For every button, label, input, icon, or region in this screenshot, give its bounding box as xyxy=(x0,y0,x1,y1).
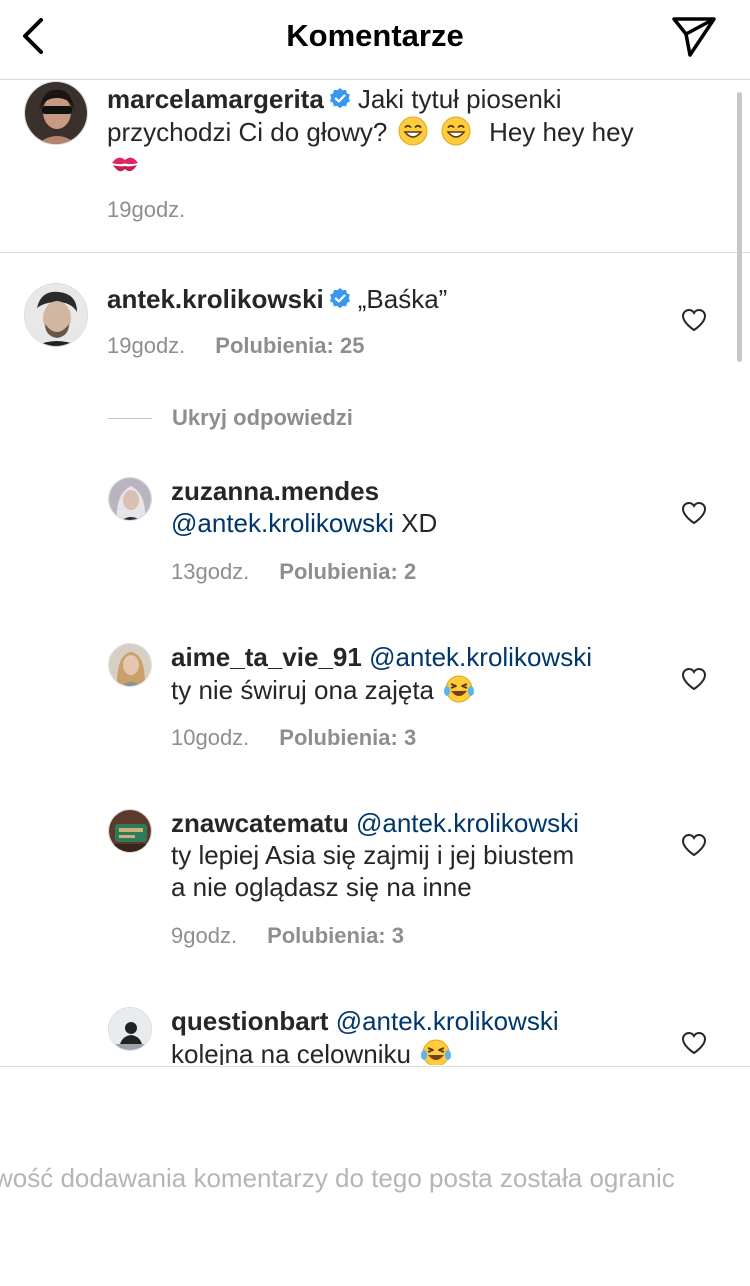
caption-text: marcelamargerita Jaki tytuł piosenki przy… xyxy=(107,83,717,181)
comment-time: 19godz. xyxy=(107,333,186,358)
avatar[interactable] xyxy=(24,283,88,347)
grinning-face-emoji xyxy=(398,116,428,146)
reply-body: ty nie świruj ona zajęta xyxy=(171,675,435,705)
reply-body-line-1: ty lepiej Asia się zajmij i jej biustem xyxy=(171,840,575,870)
hide-replies-button[interactable]: Ukryj odpowiedzi xyxy=(108,403,353,433)
reply-time: 9godz. xyxy=(171,923,238,948)
comments-list[interactable]: marcelamargerita Jaki tytuł piosenki przy… xyxy=(0,81,750,1065)
caption-line-2-after: Hey hey hey xyxy=(489,117,634,147)
hide-replies-label: Ukryj odpowiedzi xyxy=(172,405,353,430)
username[interactable]: zuzanna.mendes xyxy=(171,476,379,506)
username[interactable]: questionbart xyxy=(171,1006,328,1036)
reply-text: questionbart @antek.krolikowski kolejna … xyxy=(171,1005,559,1065)
comment-body: „Baśka” xyxy=(357,284,448,314)
comment-meta: 19godz. Polubienia: 25 xyxy=(107,333,364,359)
laughing-tears-emoji xyxy=(421,1039,452,1065)
username[interactable]: antek.krolikowski xyxy=(107,284,324,314)
direct-send-icon[interactable] xyxy=(670,14,718,58)
likes-count[interactable]: Polubienia: 2 xyxy=(279,559,416,584)
divider xyxy=(108,417,152,419)
post-caption: marcelamargerita Jaki tytuł piosenki przy… xyxy=(0,81,750,253)
comments-restricted-footer: wość dodawania komentarzy do tego posta … xyxy=(0,1066,750,1286)
username[interactable]: marcelamargerita xyxy=(107,84,324,114)
likes-count[interactable]: Polubienia: 3 xyxy=(279,725,416,750)
mention-link[interactable]: @antek.krolikowski xyxy=(356,808,579,838)
reply-body-line-2: a nie oglądasz się na inne xyxy=(171,872,472,902)
reply-time: 10godz. xyxy=(171,725,250,750)
heart-icon[interactable] xyxy=(680,665,708,693)
verified-badge-icon xyxy=(329,288,350,309)
caption-line-1: Jaki tytuł piosenki xyxy=(357,84,562,114)
laughing-tears-emoji xyxy=(444,675,475,703)
grinning-face-emoji xyxy=(441,116,471,146)
mention-link[interactable]: @antek.krolikowski xyxy=(336,1006,559,1036)
scrollbar[interactable] xyxy=(737,92,742,362)
username[interactable]: znawcatematu xyxy=(171,808,349,838)
likes-count[interactable]: Polubienia: 25 xyxy=(215,333,364,358)
comment-text: antek.krolikowski „Baśka” xyxy=(107,283,447,315)
reply-body: kolejna na celowniku xyxy=(171,1039,411,1065)
likes-count[interactable]: Polubienia: 3 xyxy=(267,923,404,948)
reply-time: 13godz. xyxy=(171,559,250,584)
verified-badge-icon xyxy=(329,88,350,109)
top-bar: Komentarze xyxy=(0,0,750,80)
avatar[interactable] xyxy=(108,809,152,853)
avatar[interactable] xyxy=(24,81,88,145)
reply-meta: 10godz. Polubienia: 3 xyxy=(171,725,416,751)
mention-link[interactable]: @antek.krolikowski xyxy=(171,508,394,538)
kiss-mark-emoji xyxy=(112,157,138,172)
heart-icon[interactable] xyxy=(680,499,708,527)
caption-line-2: przychodzi Ci do głowy? xyxy=(107,117,388,147)
mention-link[interactable]: @antek.krolikowski xyxy=(369,642,592,672)
page-title: Komentarze xyxy=(286,18,464,53)
comments-restricted-notice: wość dodawania komentarzy do tego posta … xyxy=(0,1163,675,1193)
reply-text: znawcatematu @antek.krolikowski ty lepie… xyxy=(171,807,579,903)
heart-icon[interactable] xyxy=(680,306,708,334)
heart-icon[interactable] xyxy=(680,831,708,859)
avatar[interactable] xyxy=(108,643,152,687)
caption-time: 19godz. xyxy=(107,197,186,222)
username[interactable]: aime_ta_vie_91 xyxy=(171,642,362,672)
reply-meta: 13godz. Polubienia: 2 xyxy=(171,559,416,585)
reply-body: XD xyxy=(401,508,438,538)
avatar[interactable] xyxy=(108,477,152,521)
reply-meta: 9godz. Polubienia: 3 xyxy=(171,923,404,949)
reply-text: zuzanna.mendes @antek.krolikowski XD xyxy=(171,475,437,539)
reply-text: aime_ta_vie_91 @antek.krolikowski ty nie… xyxy=(171,641,592,706)
heart-icon[interactable] xyxy=(680,1029,708,1057)
avatar[interactable] xyxy=(108,1007,152,1051)
